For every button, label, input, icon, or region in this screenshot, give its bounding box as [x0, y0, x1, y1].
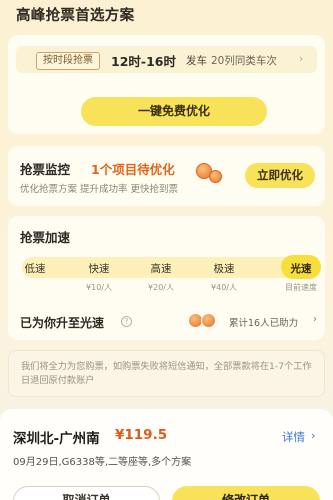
plan-cars: 20列同类车次 — [211, 55, 277, 67]
trip-card: 深圳北-广州南 ¥119.5 详情 › 09月29日,G6338等,二等座等,多… — [0, 409, 333, 500]
trip-route: 深圳北-广州南 — [13, 431, 100, 447]
speed-level-fast[interactable]: 快速 — [79, 261, 119, 276]
chevron-right-icon[interactable]: › — [311, 429, 315, 442]
monitor-title: 抢票监控 — [20, 162, 71, 177]
chevron-right-icon[interactable]: › — [299, 52, 303, 65]
monitor-subtitle: 优化抢票方案 提升成功率 更快抢到票 — [20, 184, 179, 195]
speed-level-low[interactable]: 低速 — [15, 261, 55, 276]
speed-price-current: 目前速度 — [285, 283, 317, 292]
page: 高峰抢票首选方案 按时段抢票 12时-16时 发车 20列同类车次 › 一键免费… — [0, 0, 333, 500]
helped-count[interactable]: 累计16人已助力 — [229, 315, 298, 329]
notice-text: 我们将全力为您购票，如购票失败将短信通知，全部票款将在1-7个工作日退回原付款账… — [21, 361, 312, 386]
plan-badge: 按时段抢票 — [36, 52, 100, 70]
trip-detail-link[interactable]: 详情 — [282, 429, 305, 445]
speed-level-light[interactable]: 光速 — [281, 261, 321, 276]
plan-car-label: 发车 — [186, 55, 207, 67]
speed-level-high[interactable]: 高速 — [141, 261, 181, 276]
monitor-count: 1个项目待优化 — [91, 162, 175, 177]
coin-icon — [209, 170, 222, 183]
avatar — [201, 313, 216, 328]
upgrade-status: 已为你升至光速 — [20, 316, 105, 330]
speed-price: ¥20/人 — [148, 283, 174, 292]
refund-notice: 我们将全力为您购票，如购票失败将短信通知，全部票款将在1-7个工作日退回原付款账… — [8, 350, 325, 397]
free-optimize-button[interactable]: 一键免费优化 — [81, 97, 267, 126]
speed-price: ¥10/人 — [86, 283, 112, 292]
chevron-right-icon[interactable]: › — [313, 314, 317, 325]
info-icon[interactable]: ? — [121, 316, 132, 327]
modify-order-button[interactable]: 修改订单 — [172, 486, 320, 500]
trip-info: 09月29日,G6338等,二等座等,多个方案 — [13, 457, 192, 468]
cancel-order-button[interactable]: 取消订单 — [13, 486, 160, 500]
monitor-card: 抢票监控 1个项目待优化 优化抢票方案 提升成功率 更快抢到票 立即优化 — [8, 146, 325, 206]
page-title: 高峰抢票首选方案 — [16, 8, 135, 24]
speed-price: ¥40/人 — [211, 283, 237, 292]
trip-price: ¥119.5 — [115, 427, 168, 443]
optimize-now-button[interactable]: 立即优化 — [245, 163, 315, 188]
speed-level-extreme[interactable]: 极速 — [204, 261, 244, 276]
speed-card: 抢票加速 低速 快速 高速 极速 光速 ¥10/人 ¥20/人 ¥40/人 目前… — [8, 216, 325, 340]
speed-title: 抢票加速 — [20, 230, 71, 245]
plan-time: 12时-16时 — [111, 54, 176, 69]
plan-card: 按时段抢票 12时-16时 发车 20列同类车次 › 一键免费优化 — [8, 35, 325, 134]
